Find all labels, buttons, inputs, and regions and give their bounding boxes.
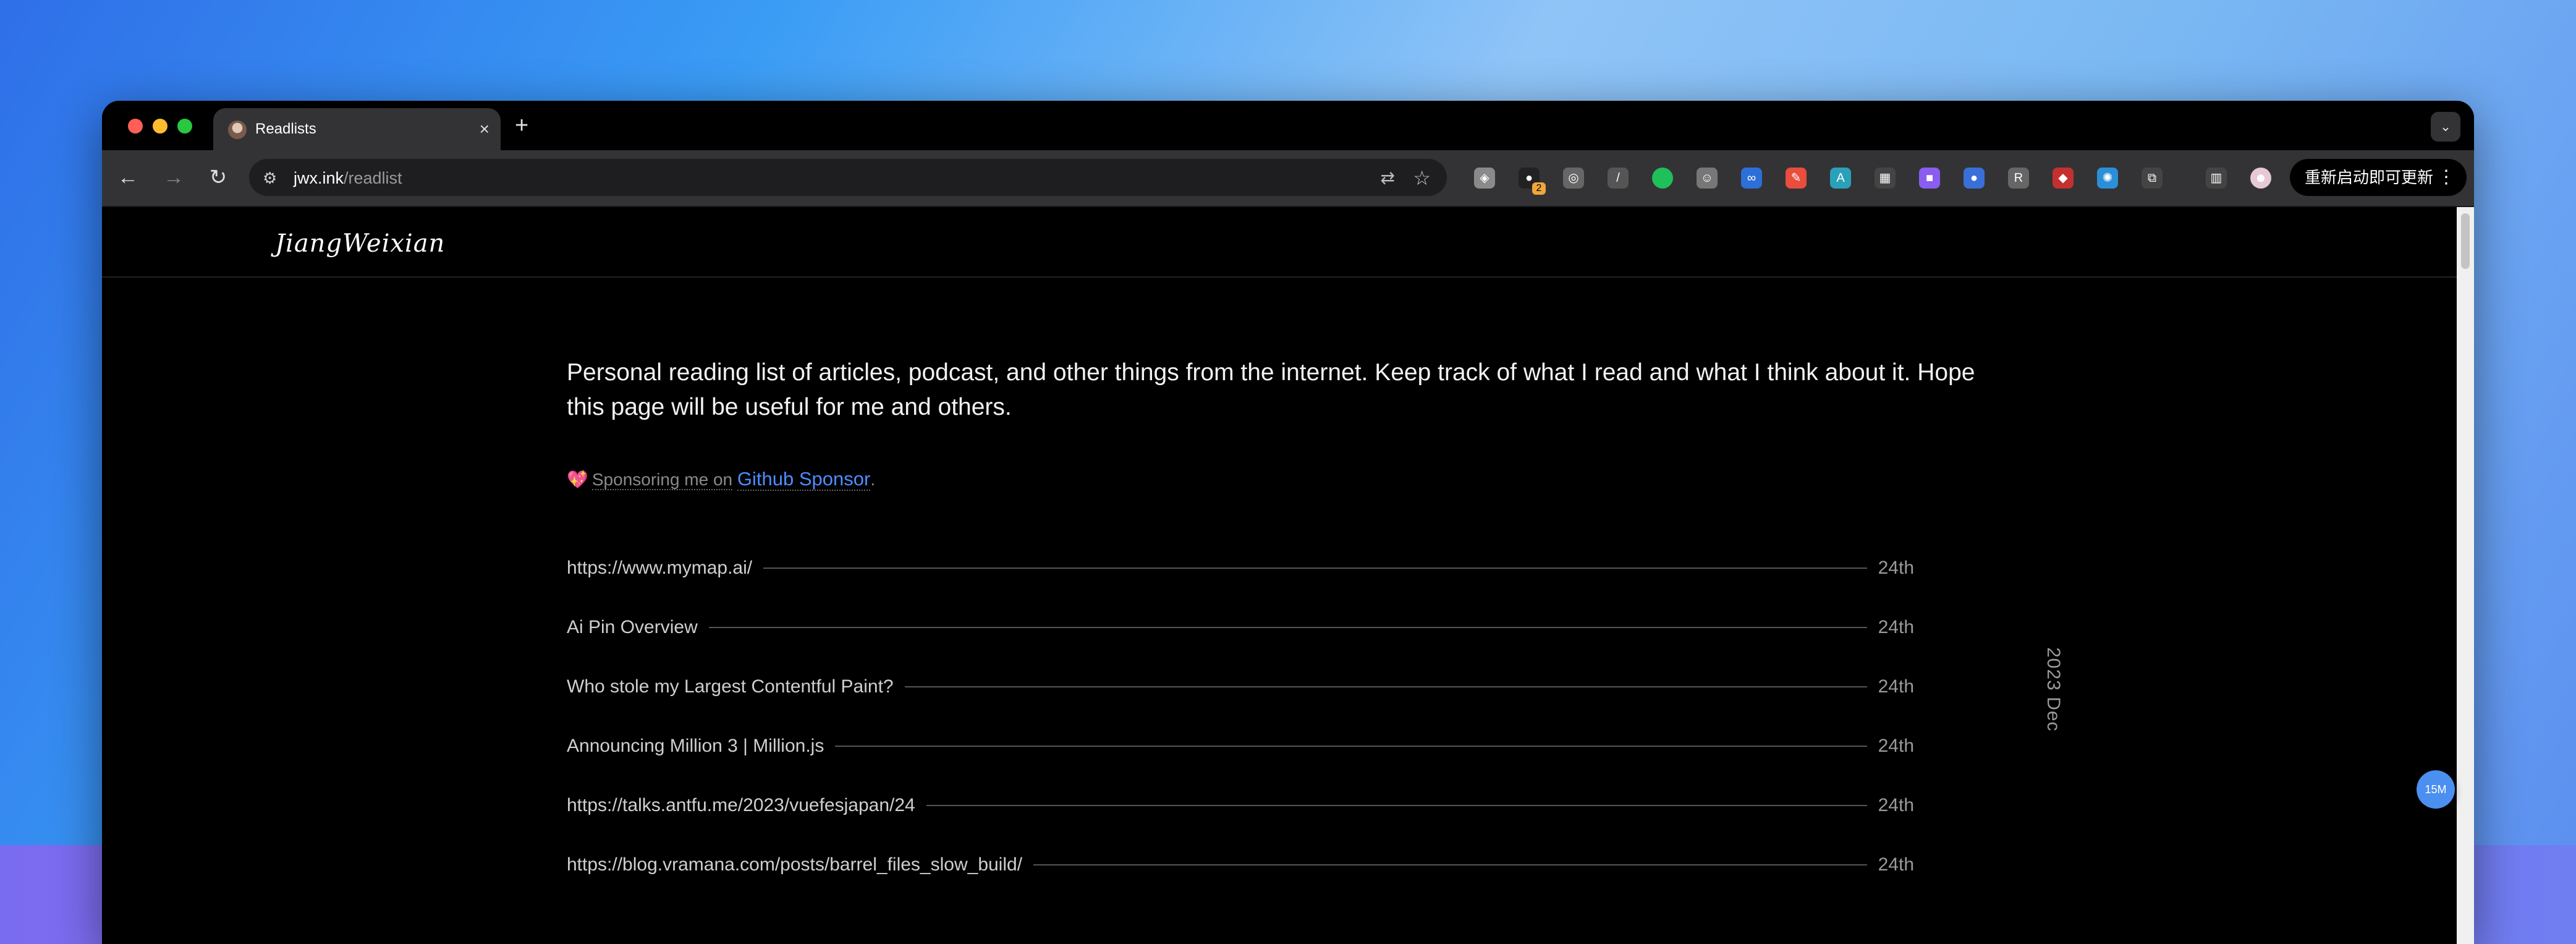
restart-to-update-button[interactable]: 重新启动即可更新 ⋮ [2290, 159, 2467, 196]
bookmark-star-icon[interactable]: ☆ [1413, 166, 1431, 190]
r-ext-icon[interactable]: R [2008, 168, 2029, 189]
profile-avatar[interactable]: ☻ [2250, 168, 2271, 189]
list-item-date: 24th [1878, 854, 1914, 875]
more-menu-icon[interactable]: ⋮ [2437, 159, 2455, 196]
list-item-title[interactable]: Who stole my Largest Contentful Paint? [567, 676, 894, 697]
back-arrow-icon[interactable]: ← [114, 164, 142, 191]
scrollbar-thumb[interactable] [2461, 213, 2470, 269]
list-item-divider [926, 805, 1867, 806]
url-text[interactable]: jwx.ink/readlist [294, 169, 402, 188]
green-dot-ext-icon[interactable] [1652, 168, 1673, 189]
url-host: jwx.ink [294, 169, 344, 187]
page-content: JiangWeixian Personal reading list of ar… [102, 207, 2457, 944]
reload-icon[interactable]: ↻ [205, 164, 232, 191]
url-path: /readlist [344, 169, 402, 187]
tab-close-icon[interactable]: × [480, 118, 489, 140]
notification-ext-icon[interactable]: ● 2 [1519, 168, 1546, 195]
list-item-title[interactable]: https://www.mymap.ai/ [567, 558, 752, 579]
list-item-divider [904, 686, 1867, 687]
list-item-title[interactable]: Announcing Million 3 | Million.js [567, 736, 824, 757]
sidepanel-icon[interactable]: ▥ [2206, 168, 2227, 189]
tab-title: Readlists [255, 121, 316, 137]
tab-strip: Readlists × + ⌄ [102, 101, 2474, 150]
list-item-title[interactable]: https://talks.antfu.me/2023/vuefesjapan/… [567, 795, 915, 816]
close-window-button[interactable] [128, 119, 143, 134]
list-item-date: 24th [1878, 676, 1914, 697]
list-item[interactable]: https://www.mymap.ai/24th [567, 538, 1914, 598]
color-ext-icon[interactable]: ✎ [1786, 168, 1807, 189]
intro-paragraph: Personal reading list of articles, podca… [567, 359, 1975, 420]
shield-ext-icon[interactable]: ◈ [1474, 168, 1495, 189]
list-item-date: 24th [1878, 617, 1914, 637]
list-item-date: 24th [1878, 736, 1914, 756]
browser-window: Readlists × + ⌄ ← → ↻ ⚙ jwx.ink/readlist… [102, 101, 2474, 944]
user-ext-icon[interactable]: ● [1964, 168, 1985, 189]
pen-ext-icon[interactable]: / [1608, 168, 1629, 189]
list-item[interactable]: https://blog.vramana.com/posts/barrel_fi… [567, 835, 1914, 895]
page-scrollbar[interactable] [2457, 207, 2474, 944]
minimize-window-button[interactable] [153, 119, 167, 134]
restart-label: 重新启动即可更新 [2305, 168, 2434, 187]
address-bar[interactable]: ⚙ jwx.ink/readlist ⇄ ☆ [249, 159, 1447, 196]
list-item-divider [835, 746, 1867, 747]
list-item[interactable]: Announcing Million 3 | Million.js 24th [567, 717, 1914, 776]
heart-icon: 💖 [567, 470, 588, 489]
tab-readlists[interactable]: Readlists × [213, 108, 501, 150]
chat-ext-icon[interactable]: ◎ [1563, 168, 1584, 189]
list-item[interactable]: https://talks.antfu.me/2023/vuefesjapan/… [567, 776, 1914, 835]
puzzle-ext-icon[interactable]: ⧉ [2142, 168, 2163, 189]
maximize-window-button[interactable] [177, 119, 192, 134]
translate-icon[interactable]: ⇄ [1381, 168, 1395, 188]
floating-badge-button[interactable]: 15M [2417, 770, 2455, 809]
list-item-title[interactable]: https://blog.vramana.com/posts/barrel_fi… [567, 854, 1022, 875]
list-item[interactable]: Ai Pin Overview 24th [567, 598, 1914, 657]
site-settings-icon[interactable]: ⚙ [263, 169, 277, 188]
face-ext-icon[interactable]: ☺ [1697, 168, 1718, 189]
react-ext-icon[interactable]: ✺ [2097, 168, 2118, 189]
github-sponsor-link[interactable]: Github Sponsor [737, 468, 871, 491]
list-item-divider [763, 568, 1867, 569]
link-ext-icon[interactable]: ∞ [1741, 168, 1762, 189]
sponsor-tail: . [870, 470, 876, 489]
purple-ext-icon[interactable]: ■ [1919, 168, 1940, 189]
tab-search-chevron-icon[interactable]: ⌄ [2431, 112, 2460, 142]
grid-ext-icon[interactable]: ▦ [1875, 168, 1896, 189]
site-header: JiangWeixian [102, 207, 2457, 278]
reading-list: https://www.mymap.ai/24th Ai Pin Overview… [567, 538, 1914, 895]
forward-arrow-icon[interactable]: → [160, 164, 187, 191]
sponsor-line: 💖 Sponsoring me on Github Sponsor. [567, 468, 876, 491]
tab-favicon-icon [228, 121, 247, 139]
red-ext-icon[interactable]: ◆ [2053, 168, 2074, 189]
site-logo[interactable]: JiangWeixian [275, 229, 445, 258]
list-item-date: 24th [1878, 795, 1914, 815]
browser-toolbar: ← → ↻ ⚙ jwx.ink/readlist ⇄ ☆ ◈ ● 2 ◎ / ☺ ∞ ✎ A ▦ ■… [102, 150, 2474, 207]
translate-ext-icon[interactable]: A [1830, 168, 1851, 189]
list-item-divider [708, 627, 1867, 628]
sponsor-label: Sponsoring me on [591, 470, 733, 490]
list-item-divider [1033, 864, 1867, 865]
month-label: 2023 Dec [2043, 647, 2064, 732]
list-item-date: 24th [1878, 558, 1914, 578]
list-item[interactable]: Who stole my Largest Contentful Paint? 24… [567, 657, 1914, 717]
list-item-title[interactable]: Ai Pin Overview [567, 617, 698, 638]
extension-badge: 2 [1532, 182, 1546, 195]
new-tab-button[interactable]: + [515, 113, 528, 138]
